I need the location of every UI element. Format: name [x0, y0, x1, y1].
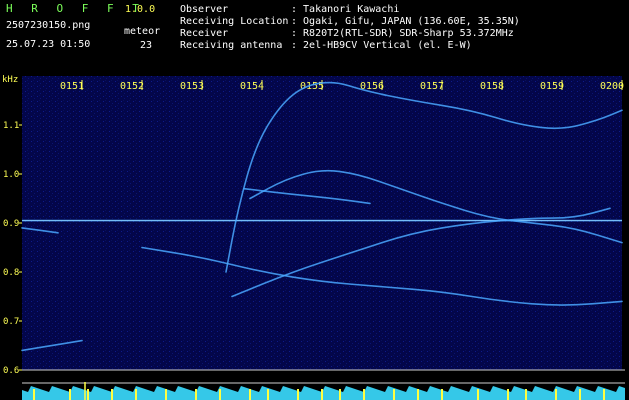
y-tick-label: 1.1	[3, 121, 19, 131]
y-tick-label: 0.7	[3, 317, 19, 327]
x-tick-label: 0152	[120, 81, 144, 92]
y-tick-label: 0.9	[3, 219, 19, 229]
spectrogram-chart: kHz 1.1 1.0 0.9 0.8 0.7 0.6 0151 0152 0153 0154 01…	[2, 75, 625, 400]
x-tick-label: 0159	[540, 81, 564, 92]
y-axis: kHz 1.1 1.0 0.9 0.8 0.7 0.6	[2, 75, 22, 376]
power-trace-panel	[22, 382, 625, 400]
y-tick-label: 0.6	[3, 366, 19, 376]
x-tick-label: 0158	[480, 81, 504, 92]
x-tick-label: 0151	[60, 81, 84, 92]
y-tick-label: 1.0	[3, 170, 19, 180]
x-tick-label: 0154	[240, 81, 264, 92]
x-tick-label: 0153	[180, 81, 204, 92]
x-tick-label: 0200	[600, 81, 624, 92]
y-axis-unit: kHz	[2, 75, 18, 85]
x-tick-label: 0157	[420, 81, 444, 92]
y-tick-label: 0.8	[3, 268, 19, 278]
